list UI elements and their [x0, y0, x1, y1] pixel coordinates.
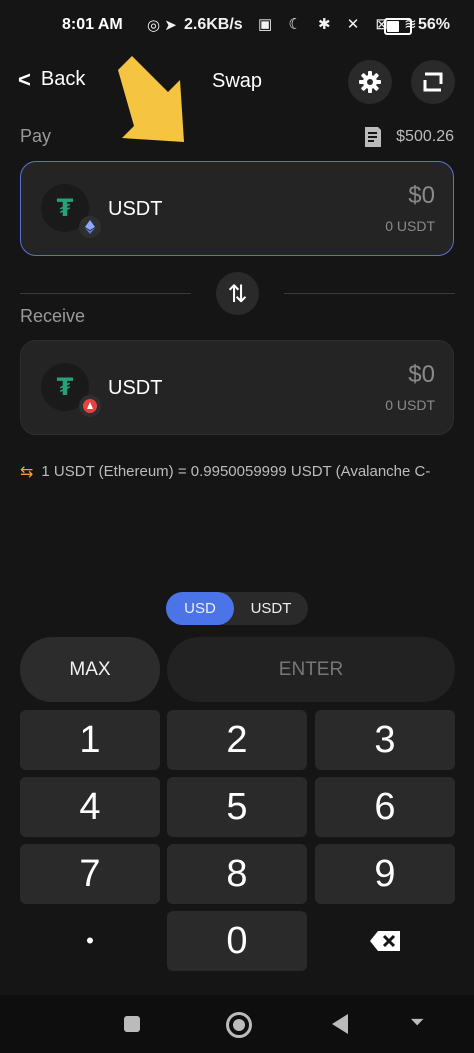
key-6[interactable]: 6: [315, 777, 455, 837]
nav-back-icon[interactable]: [332, 1014, 348, 1034]
battery-icon: [384, 18, 412, 35]
key-decimal[interactable]: •: [20, 911, 160, 971]
pay-token-card[interactable]: ₮ USDT $0 0 USDT: [20, 161, 454, 256]
key-8[interactable]: 8: [167, 844, 307, 904]
receive-usd-value: $0: [408, 361, 435, 388]
nav-menu-icon[interactable]: ⏷: [410, 1012, 424, 1033]
pay-label: Pay: [20, 126, 52, 146]
exchange-rate-text: 1 USDT (Ethereum) = 0.9950059999 USDT (A…: [41, 463, 431, 480]
gear-icon: [359, 71, 381, 93]
key-7[interactable]: 7: [20, 844, 160, 904]
key-0[interactable]: 0: [167, 911, 307, 971]
currency-toggle[interactable]: USD USDT: [166, 592, 308, 625]
exchange-icon: ⇆: [20, 462, 34, 481]
avalanche-icon: [79, 395, 101, 417]
swap-arrows-icon: ⇅: [227, 279, 248, 308]
pay-token-amount: 0 USDT: [385, 218, 435, 234]
receipt-icon: [365, 127, 382, 147]
status-bar: 8:01 AM ◎ ➤ 2.6KB/s ▣ ☾ ✱ ✕ ⊠ ≋ 56%: [0, 0, 474, 46]
swap-direction-button[interactable]: ⇅: [216, 272, 259, 315]
back-label: Back: [40, 68, 86, 90]
max-button[interactable]: MAX: [20, 637, 160, 702]
pay-token-name: USDT: [108, 198, 163, 220]
notification-icons: ◎ ➤: [147, 17, 177, 34]
key-4[interactable]: 4: [20, 777, 160, 837]
backspace-icon: [370, 931, 400, 951]
ethereum-icon: [79, 216, 101, 238]
toggle-usd[interactable]: USD: [166, 592, 234, 625]
chevron-left-icon: <: [18, 66, 31, 92]
exchange-rate: ⇆ 1 USDT (Ethereum) = 0.9950059999 USDT …: [20, 462, 474, 481]
divider-left: [20, 293, 191, 294]
key-2[interactable]: 2: [167, 710, 307, 770]
pay-usd-value: $0: [408, 182, 435, 209]
back-button[interactable]: < Back: [18, 68, 85, 91]
key-9[interactable]: 9: [315, 844, 455, 904]
divider-right: [284, 293, 455, 294]
settings-button[interactable]: [348, 60, 392, 104]
history-icon: [423, 72, 443, 92]
receive-token-card[interactable]: ₮ USDT $0 0 USDT: [20, 340, 454, 435]
balance-amount: $500.26: [396, 128, 454, 145]
recents-icon[interactable]: [124, 1016, 140, 1032]
key-1[interactable]: 1: [20, 710, 160, 770]
home-icon[interactable]: [226, 1012, 252, 1038]
history-button[interactable]: [411, 60, 455, 104]
annotation-arrow: [118, 56, 184, 142]
key-5[interactable]: 5: [167, 777, 307, 837]
receive-token-amount: 0 USDT: [385, 397, 435, 413]
toggle-usdt[interactable]: USDT: [234, 592, 308, 625]
key-3[interactable]: 3: [315, 710, 455, 770]
network-speed: 2.6KB/s: [184, 16, 243, 33]
receive-token-name: USDT: [108, 377, 163, 399]
status-time: 8:01 AM: [62, 16, 123, 33]
wallet-balance: $500.26: [364, 126, 454, 148]
battery-percent: 56%: [418, 16, 451, 33]
receive-label: Receive: [20, 306, 86, 326]
backspace-key[interactable]: [315, 911, 455, 971]
enter-button[interactable]: ENTER: [167, 637, 455, 702]
